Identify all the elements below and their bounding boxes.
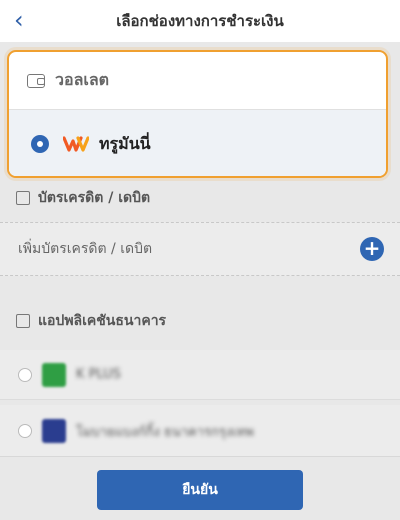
add-card-row[interactable]: เพิ่มบัตรเครดิต / เดบิต + bbox=[0, 222, 400, 276]
card-section-header: บัตรเครดิต / เดบิต bbox=[0, 180, 400, 216]
card-icon bbox=[16, 191, 30, 205]
truemoney-logo-icon bbox=[63, 136, 89, 152]
bbl-logo-icon bbox=[42, 419, 66, 443]
back-chevron-icon[interactable]: ‹ bbox=[14, 6, 24, 34]
wallet-option-label: ทรูมันนี่ bbox=[99, 133, 151, 153]
plus-circle-icon[interactable]: + bbox=[360, 237, 384, 261]
radio-unselected[interactable] bbox=[18, 367, 32, 382]
bank-item-label: โมบายแบงก์กิ้ง ธนาคารกรุงเทพ bbox=[76, 424, 254, 440]
bank-app-icon bbox=[16, 314, 30, 328]
kplus-logo-icon bbox=[42, 362, 66, 387]
card-section-title: บัตรเครดิต / เดบิต bbox=[38, 190, 151, 206]
wallet-section-highlight: วอลเลต ทรูมันนี่ bbox=[7, 50, 388, 178]
wallet-section-header: วอลเลต bbox=[9, 52, 386, 110]
bank-section-header: แอปพลิเคชันธนาคาร bbox=[0, 303, 400, 339]
confirm-button[interactable]: ยืนยัน bbox=[97, 470, 303, 510]
add-card-label: เพิ่มบัตรเครดิต / เดบิต bbox=[18, 241, 153, 257]
radio-unselected[interactable] bbox=[18, 424, 32, 438]
bank-section-title: แอปพลิเคชันธนาคาร bbox=[38, 313, 167, 329]
wallet-option-truemoney[interactable]: ทรูมันนี่ bbox=[9, 110, 386, 176]
bank-item-bbl[interactable]: โมบายแบงก์กิ้ง ธนาคารกรุงเทพ bbox=[0, 405, 400, 457]
bank-item-label: K PLUS bbox=[76, 367, 121, 382]
header-bar: ‹ เลือกช่องทางการชำระเงิน bbox=[0, 0, 400, 42]
radio-selected[interactable] bbox=[31, 135, 49, 153]
bank-item-kplus[interactable]: K PLUS bbox=[0, 350, 400, 400]
page-title: เลือกช่องทางการชำระเงิน bbox=[116, 12, 284, 30]
wallet-section-title: วอลเลต bbox=[55, 70, 110, 89]
wallet-icon bbox=[27, 73, 45, 88]
